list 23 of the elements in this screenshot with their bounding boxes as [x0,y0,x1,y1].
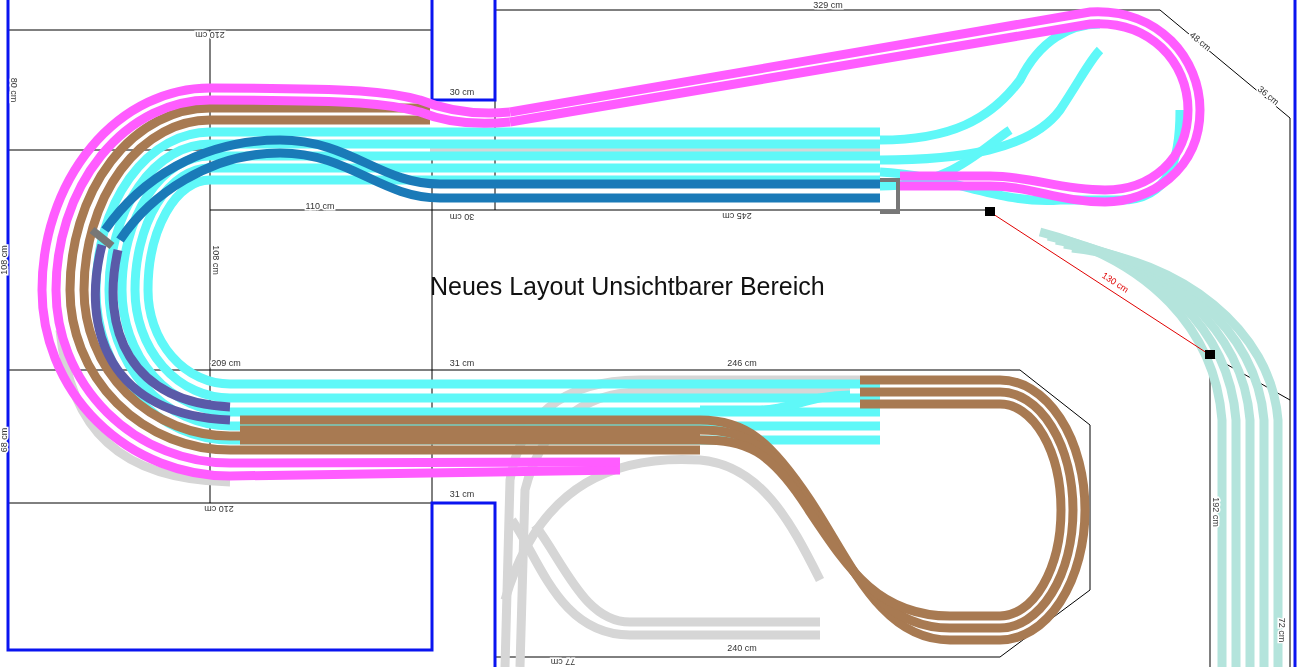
dimension-label: 108 cm [0,245,10,275]
dimension-label: 192 cm [1210,497,1221,527]
dimension-label: 68 cm [0,427,10,453]
dimension-label: 209 cm [211,358,241,369]
dimension-label: 110 cm [305,201,335,212]
dimension-label: 31 cm [449,489,475,500]
dimension-label: 30 cm [449,87,475,98]
dimension-label: 31 cm [449,358,475,369]
dimension-label: 246 cm [727,358,757,369]
dimension-label: 36 cm [1255,83,1281,108]
dimension-label: 245 cm [722,210,752,221]
dimension-label: 108 cm [210,245,221,275]
dimension-label: 80 cm [8,77,19,103]
dimension-label: 210 cm [195,29,225,40]
layout-title: Neues Layout Unsichtbarer Bereich [430,272,825,301]
dimension-label: 77 cm [550,656,576,667]
dimension-label: 240 cm [727,643,757,654]
dimension-label: 210 cm [204,503,234,514]
dimension-label: 72 cm [1276,617,1287,643]
dimension-label: 329 cm [813,0,843,11]
dimension-label: 48 cm [1187,29,1213,54]
dimension-label: 30 cm [449,211,475,222]
dimension-label: 130 cm [1100,270,1131,295]
